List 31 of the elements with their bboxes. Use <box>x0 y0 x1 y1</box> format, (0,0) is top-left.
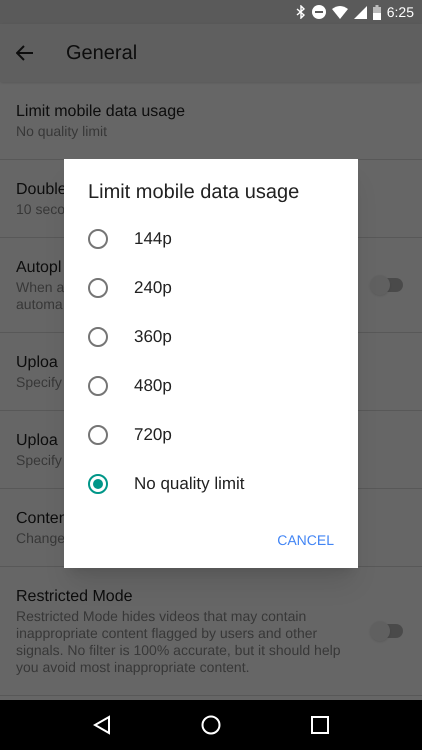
setting-title: Autopl <box>16 258 62 278</box>
back-icon[interactable] <box>93 715 111 735</box>
wifi-icon <box>332 6 348 18</box>
radio-button[interactable] <box>88 326 108 346</box>
battery-icon <box>372 4 381 20</box>
radio-button[interactable] <box>88 278 108 298</box>
radio-button[interactable] <box>88 474 108 494</box>
radio-option[interactable]: 360p <box>64 312 358 361</box>
setting-title: Uploa <box>16 353 58 373</box>
home-icon[interactable] <box>201 715 221 735</box>
bluetooth-icon <box>296 5 306 19</box>
radio-option[interactable]: No quality limit <box>64 459 358 508</box>
overview-icon[interactable] <box>311 716 329 734</box>
radio-option[interactable]: 720p <box>64 410 358 459</box>
dialog-title: Limit mobile data usage <box>87 180 300 205</box>
signal-icon <box>354 6 367 18</box>
radio-button[interactable] <box>88 376 108 396</box>
setting-title: Restricted Mode <box>16 587 132 607</box>
do-not-disturb-icon <box>312 5 326 19</box>
clock-time: 6:25 <box>386 2 414 22</box>
page-title: General <box>66 41 138 66</box>
cancel-button[interactable]: CANCEL <box>269 522 342 559</box>
radio-button[interactable] <box>88 228 108 248</box>
radio-button[interactable] <box>88 424 108 444</box>
back-arrow-icon[interactable] <box>16 45 34 61</box>
setting-title: Double <box>16 180 67 200</box>
radio-option[interactable]: 144p <box>64 214 358 263</box>
radio-option[interactable]: 480p <box>64 361 358 410</box>
radio-option[interactable]: 240p <box>64 263 358 312</box>
setting-title: Limit mobile data usage <box>16 102 185 122</box>
setting-title: Uploa <box>16 431 58 451</box>
